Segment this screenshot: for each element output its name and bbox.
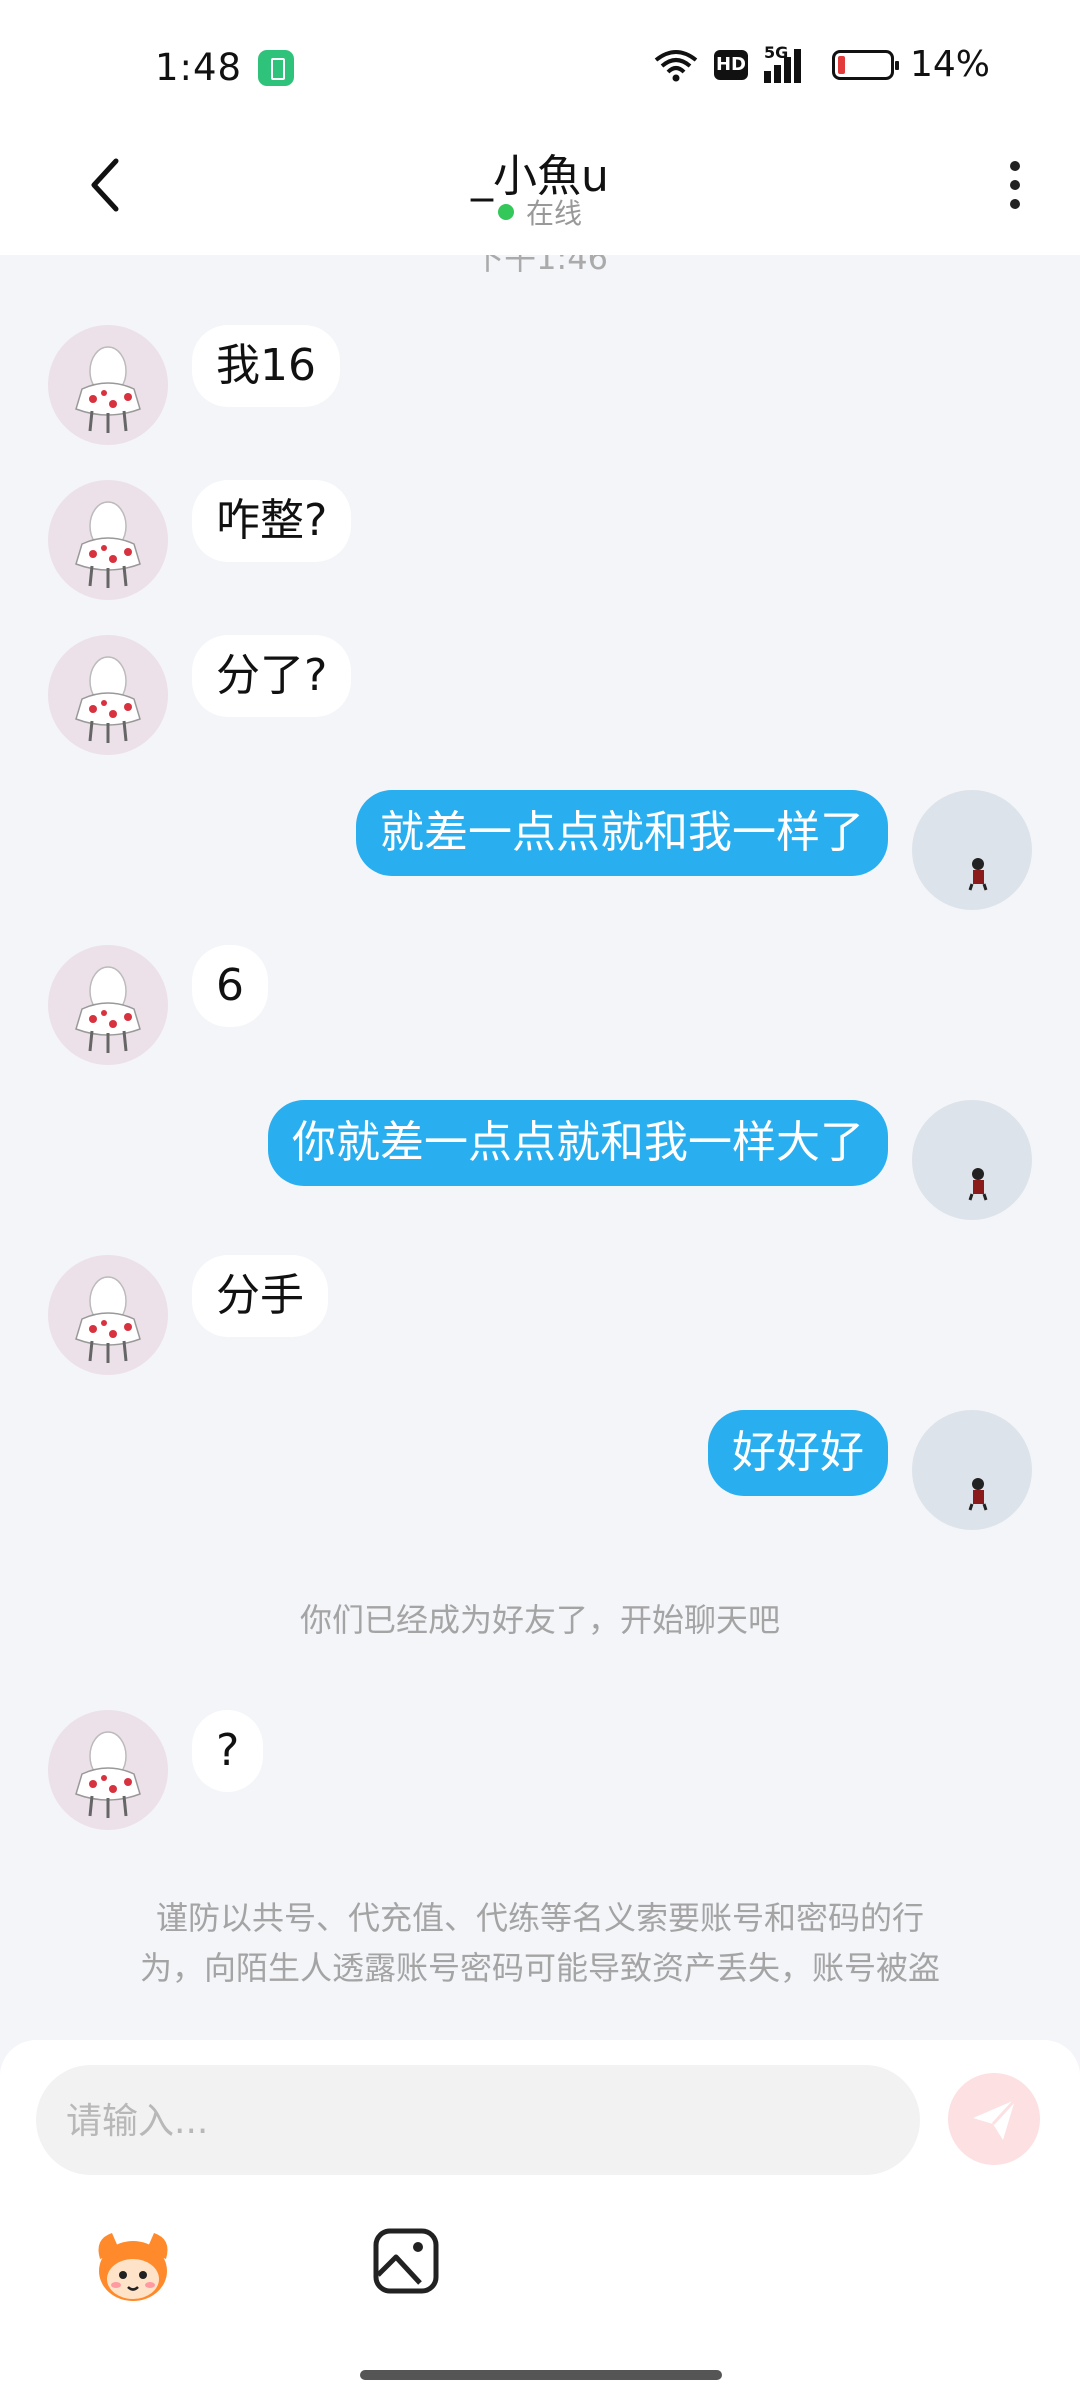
security-warning-line: 为，向陌生人透露账号密码可能导致资产丢失，账号被盗	[139, 1949, 940, 1987]
message-bubble-received[interactable]: 分手	[192, 1255, 328, 1337]
contact-avatar[interactable]	[48, 480, 168, 600]
user-avatar[interactable]	[912, 790, 1032, 910]
online-dot-icon	[497, 204, 514, 220]
wifi-icon	[654, 49, 698, 81]
send-button[interactable]	[948, 2073, 1040, 2165]
more-dots-icon	[1010, 161, 1020, 171]
message-bubble-sent[interactable]: 你就差一点点就和我一样大了	[268, 1100, 888, 1186]
message-bubble-received[interactable]: 咋整?	[192, 480, 352, 562]
message-input-container[interactable]	[36, 2065, 920, 2177]
message-bubble-received[interactable]: 6	[192, 945, 268, 1027]
security-warning: 谨防以共号、代充值、代练等名义索要账号和密码的行 为，向陌生人透露账号密码可能导…	[80, 1893, 1000, 1993]
image-picker-button[interactable]	[370, 2225, 442, 2297]
chat-header: _小魚u 在线	[0, 130, 1080, 255]
system-message: 你们已经成为好友了，开始聊天吧	[299, 1601, 780, 1639]
input-bar	[0, 2040, 1080, 2400]
chat-messages[interactable]: 下午1:46 我16 咋整? 分了? 就差一点点就和我一样了 6 你就差一点点就…	[0, 255, 1080, 2040]
battery-saver-app-icon	[258, 50, 294, 86]
image-icon	[373, 2228, 439, 2294]
message-bubble-received[interactable]: 我16	[192, 325, 340, 407]
battery-fill	[837, 55, 845, 74]
message-bubble-received[interactable]: ?	[192, 1710, 264, 1792]
status-bar: 1:48 HD 5G 14%	[0, 0, 1080, 130]
contact-avatar[interactable]	[48, 635, 168, 755]
signal-5g-icon: 5G	[763, 43, 816, 83]
contact-avatar[interactable]	[48, 1255, 168, 1375]
emoji-button[interactable]	[90, 2225, 176, 2311]
user-avatar[interactable]	[912, 1410, 1032, 1530]
battery-percent: 14%	[909, 44, 990, 85]
battery-icon	[831, 49, 899, 80]
message-bubble-received[interactable]: 分了?	[192, 635, 352, 717]
contact-avatar[interactable]	[48, 325, 168, 445]
user-avatar[interactable]	[912, 1100, 1032, 1220]
emoji-mascot-icon	[98, 2233, 168, 2301]
contact-avatar[interactable]	[48, 1710, 168, 1830]
status-time: 1:48	[155, 46, 243, 89]
security-warning-line: 谨防以共号、代充值、代练等名义索要账号和密码的行	[155, 1899, 924, 1937]
message-input[interactable]	[64, 2065, 888, 2177]
status-icons: HD 5G 14%	[654, 43, 990, 85]
message-bubble-sent[interactable]: 好好好	[708, 1410, 888, 1496]
contact-avatar[interactable]	[48, 945, 168, 1065]
send-icon	[973, 2098, 1017, 2140]
online-status-text: 在线	[525, 197, 582, 230]
more-options-button[interactable]	[990, 150, 1040, 220]
hd-voice-icon: HD	[713, 49, 748, 80]
online-status: 在线	[0, 192, 1080, 232]
message-bubble-sent[interactable]: 就差一点点就和我一样了	[356, 790, 888, 876]
home-indicator[interactable]	[360, 2370, 722, 2380]
message-timestamp: 下午1:46	[472, 255, 608, 277]
